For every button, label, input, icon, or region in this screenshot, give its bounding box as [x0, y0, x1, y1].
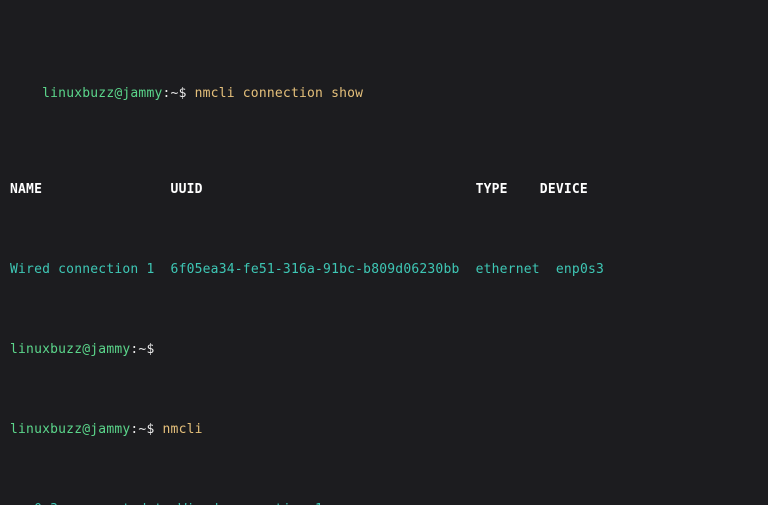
command-1: nmcli connection show	[195, 86, 364, 101]
conn-type: ethernet	[476, 262, 540, 277]
col-device: DEVICE	[540, 182, 588, 197]
conn-device: enp0s3	[556, 262, 604, 277]
conn-name: Wired connection 1	[10, 262, 154, 277]
conn-uuid: 6f05ea34-fe51-316a-91bc-b809d06230bb	[171, 262, 460, 277]
connection-row: Wired connection 1 6f05ea34-fe51-316a-91…	[10, 262, 760, 278]
prompt-line-3: linuxbuzz@jammy:~$ nmcli	[10, 422, 760, 438]
prompt-path: :~$	[163, 86, 195, 101]
prompt-line-1: linuxbuzz@jammy:~$ nmcli connection show	[10, 70, 760, 118]
prompt-user-host: linuxbuzz@jammy	[42, 86, 162, 101]
command-2: nmcli	[163, 422, 203, 437]
terminal[interactable]: linuxbuzz@jammy:~$ nmcli connection show…	[0, 0, 768, 505]
col-type: TYPE	[476, 182, 508, 197]
col-uuid: UUID	[171, 182, 203, 197]
col-name: NAME	[10, 182, 42, 197]
prompt-line-2: linuxbuzz@jammy:~$	[10, 342, 760, 358]
table-header-row: NAME UUID TYPE DEVICE	[10, 182, 760, 198]
